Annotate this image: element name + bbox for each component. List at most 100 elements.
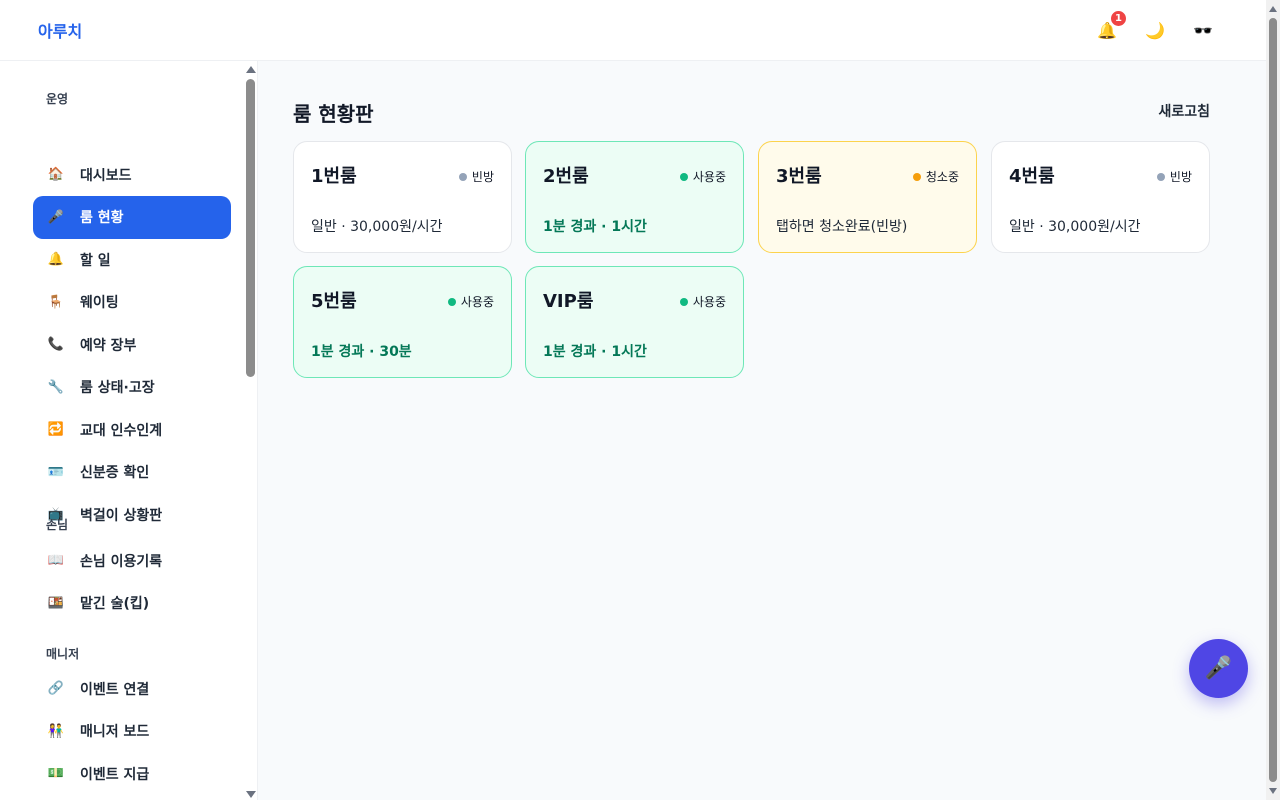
sidebar-item[interactable]: 📖 손님 이용기록: [33, 539, 231, 582]
sidebar-section-title: 손님: [46, 518, 69, 532]
voice-mic-button[interactable]: 🎤: [1189, 639, 1248, 698]
room-info: 1분 경과 · 1시간: [543, 344, 647, 360]
sidebar-item[interactable]: 🍱 맡긴 술(킵): [33, 582, 231, 625]
scroll-thumb[interactable]: [246, 79, 255, 377]
bell-icon: 🔔: [47, 252, 65, 267]
sidebar-item[interactable]: 🔧 룸 상태·고장: [33, 366, 231, 409]
room-card[interactable]: 1번룸 빈방일반 · 30,000원/시간: [293, 141, 512, 253]
wrench-icon: 🔧: [47, 379, 65, 395]
sidebar-item[interactable]: 🔁 교대 인수인계: [33, 408, 231, 451]
page-scroll-thumb[interactable]: [1269, 18, 1277, 782]
sidebar-scrollbar[interactable]: [245, 61, 257, 800]
sidebar-item-label: 이벤트 지급: [80, 766, 150, 783]
sidebar-item-label: 할 일: [80, 252, 111, 269]
room-info: 탭하면 청소완료(빈방): [776, 219, 908, 235]
page-scroll-down-arrow[interactable]: [1269, 788, 1277, 794]
notification-badge: 1: [1110, 10, 1127, 27]
room-status-label: 사용중: [692, 170, 726, 184]
room-status: 빈방: [1156, 168, 1192, 185]
sidebar-item-label: 이벤트 연결: [80, 681, 150, 698]
link-icon: 🔗: [47, 681, 65, 696]
room-card[interactable]: 2번룸 사용중 1분 경과 · 1시간: [525, 141, 744, 253]
money-icon: 💵: [47, 766, 65, 781]
brand-logo[interactable]: 아루치: [38, 18, 82, 42]
page-scroll-up-arrow[interactable]: [1269, 6, 1277, 12]
sidebar-section-title: 운영: [46, 92, 69, 106]
room-name: VIP룸: [543, 291, 594, 312]
sidebar-item[interactable]: 👫 매니저 보드: [33, 710, 231, 753]
swap-icon: 🔁: [47, 422, 65, 437]
sidebar-item-label: 예약 장부: [80, 337, 137, 354]
scroll-up-arrow[interactable]: [246, 66, 256, 73]
phone-icon: 📞: [47, 337, 65, 352]
refresh-button[interactable]: 새로고침: [1158, 101, 1210, 121]
sidebar-item[interactable]: 📞 예약 장부: [33, 323, 231, 366]
sidebar-item[interactable]: 💵 이벤트 지급: [33, 752, 231, 795]
room-name: 4번룸: [1009, 166, 1055, 187]
book-icon: 📖: [47, 553, 65, 568]
sidebar-item-label: 벽걸이 상황판: [80, 507, 163, 524]
scroll-down-arrow[interactable]: [246, 791, 256, 798]
sidebar-item[interactable]: 🏠 대시보드: [33, 153, 231, 196]
chair-icon: 🪑: [47, 294, 65, 310]
room-status-label: 사용중: [692, 295, 726, 309]
sidebar-item[interactable]: 🪑 웨이팅: [33, 281, 231, 324]
room-status: 사용중: [679, 293, 726, 310]
room-status-label: 사용중: [460, 295, 494, 309]
top-bar: 아루치 🔔 1 🌙 🕶️: [0, 0, 1266, 61]
page-scrollbar[interactable]: [1266, 0, 1280, 800]
room-status-label: 청소중: [925, 170, 959, 184]
sidebar-item-label: 웨이팅: [80, 295, 119, 311]
room-info: 1분 경과 · 1시간: [543, 219, 647, 235]
home-icon: 🏠: [47, 167, 65, 182]
status-dot-icon: [679, 172, 688, 181]
sidebar-item-label: 매니저 보드: [80, 724, 150, 740]
sidebar-item-label: 대시보드: [80, 167, 132, 184]
sidebar-item[interactable]: 🔔 할 일: [33, 238, 231, 281]
room-status-label: 빈방: [471, 170, 494, 184]
status-dot-icon: [1156, 172, 1165, 181]
sidebar-item-label: 신분증 확인: [80, 465, 150, 481]
main-content: 룸 현황판 새로고침 1번룸 빈방 일반 · 30,000원/시간 2번룸 사용중 1분 …: [259, 61, 1266, 800]
room-info: 1분 경과 · 30분: [311, 344, 412, 360]
sidebar-item-label: 손님 이용기록: [80, 553, 163, 570]
room-name: 2번룸: [543, 166, 589, 187]
sidebar: 운영 🏠 대시보드 🎤 룸 현황 🔔 할 일 🪑 웨이팅 📞 예약 장부 🔧 룸 상태·고장 🔁 교대 인수…: [0, 61, 258, 800]
glasses-icon[interactable]: 🕶️: [1192, 19, 1214, 41]
room-status: 사용중: [679, 168, 726, 185]
room-card[interactable]: VIP룸 사용중 1분 경과 · 1시간: [525, 266, 744, 378]
sidebar-item[interactable]: 🔗 이벤트 연결: [33, 667, 231, 710]
room-name: 5번룸: [311, 291, 357, 312]
room-status: 청소중: [912, 168, 959, 185]
room-card[interactable]: 5번룸 사용중 1분 경과 · 30분: [293, 266, 512, 378]
room-status: 빈방: [458, 168, 494, 185]
page-title: 룸 현황판: [293, 102, 374, 126]
status-dot-icon: [447, 297, 456, 306]
status-dot-icon: [912, 172, 921, 181]
microphone-icon: 🎤: [47, 209, 65, 225]
room-card[interactable]: 4번룸 빈방일반 · 30,000원/시간: [991, 141, 1210, 253]
room-name: 3번룸: [776, 166, 822, 187]
room-info: 일반 · 30,000원/시간: [1009, 219, 1141, 235]
sidebar-item[interactable]: 🪪 신분증 확인: [33, 451, 231, 494]
people-icon: 👫: [47, 723, 65, 739]
status-dot-icon: [458, 172, 467, 181]
header-actions: 🔔 1 🌙 🕶️: [1096, 10, 1228, 41]
room-status: 사용중: [447, 293, 494, 310]
sidebar-item-label: 교대 인수인계: [80, 422, 163, 439]
bell-icon[interactable]: 🔔 1: [1096, 10, 1127, 41]
status-dot-icon: [679, 297, 688, 306]
sidebar-item-label: 룸 현황: [80, 210, 124, 226]
room-info: 일반 · 30,000원/시간: [311, 219, 443, 235]
bottle-icon: 🍱: [47, 595, 65, 611]
id-card-icon: 🪪: [47, 464, 65, 480]
moon-icon[interactable]: 🌙: [1144, 19, 1166, 41]
sidebar-item[interactable]: 🎤 룸 현황: [33, 195, 231, 239]
room-status-label: 빈방: [1169, 170, 1192, 184]
room-card[interactable]: 3번룸 청소중탭하면 청소완료(빈방): [758, 141, 977, 253]
microphone-icon: 🎤: [1204, 656, 1233, 681]
room-name: 1번룸: [311, 166, 357, 187]
sidebar-section-title: 매니저: [46, 647, 80, 661]
sidebar-item-label: 맡긴 술(킵): [80, 596, 150, 612]
sidebar-item-label: 룸 상태·고장: [80, 380, 155, 396]
